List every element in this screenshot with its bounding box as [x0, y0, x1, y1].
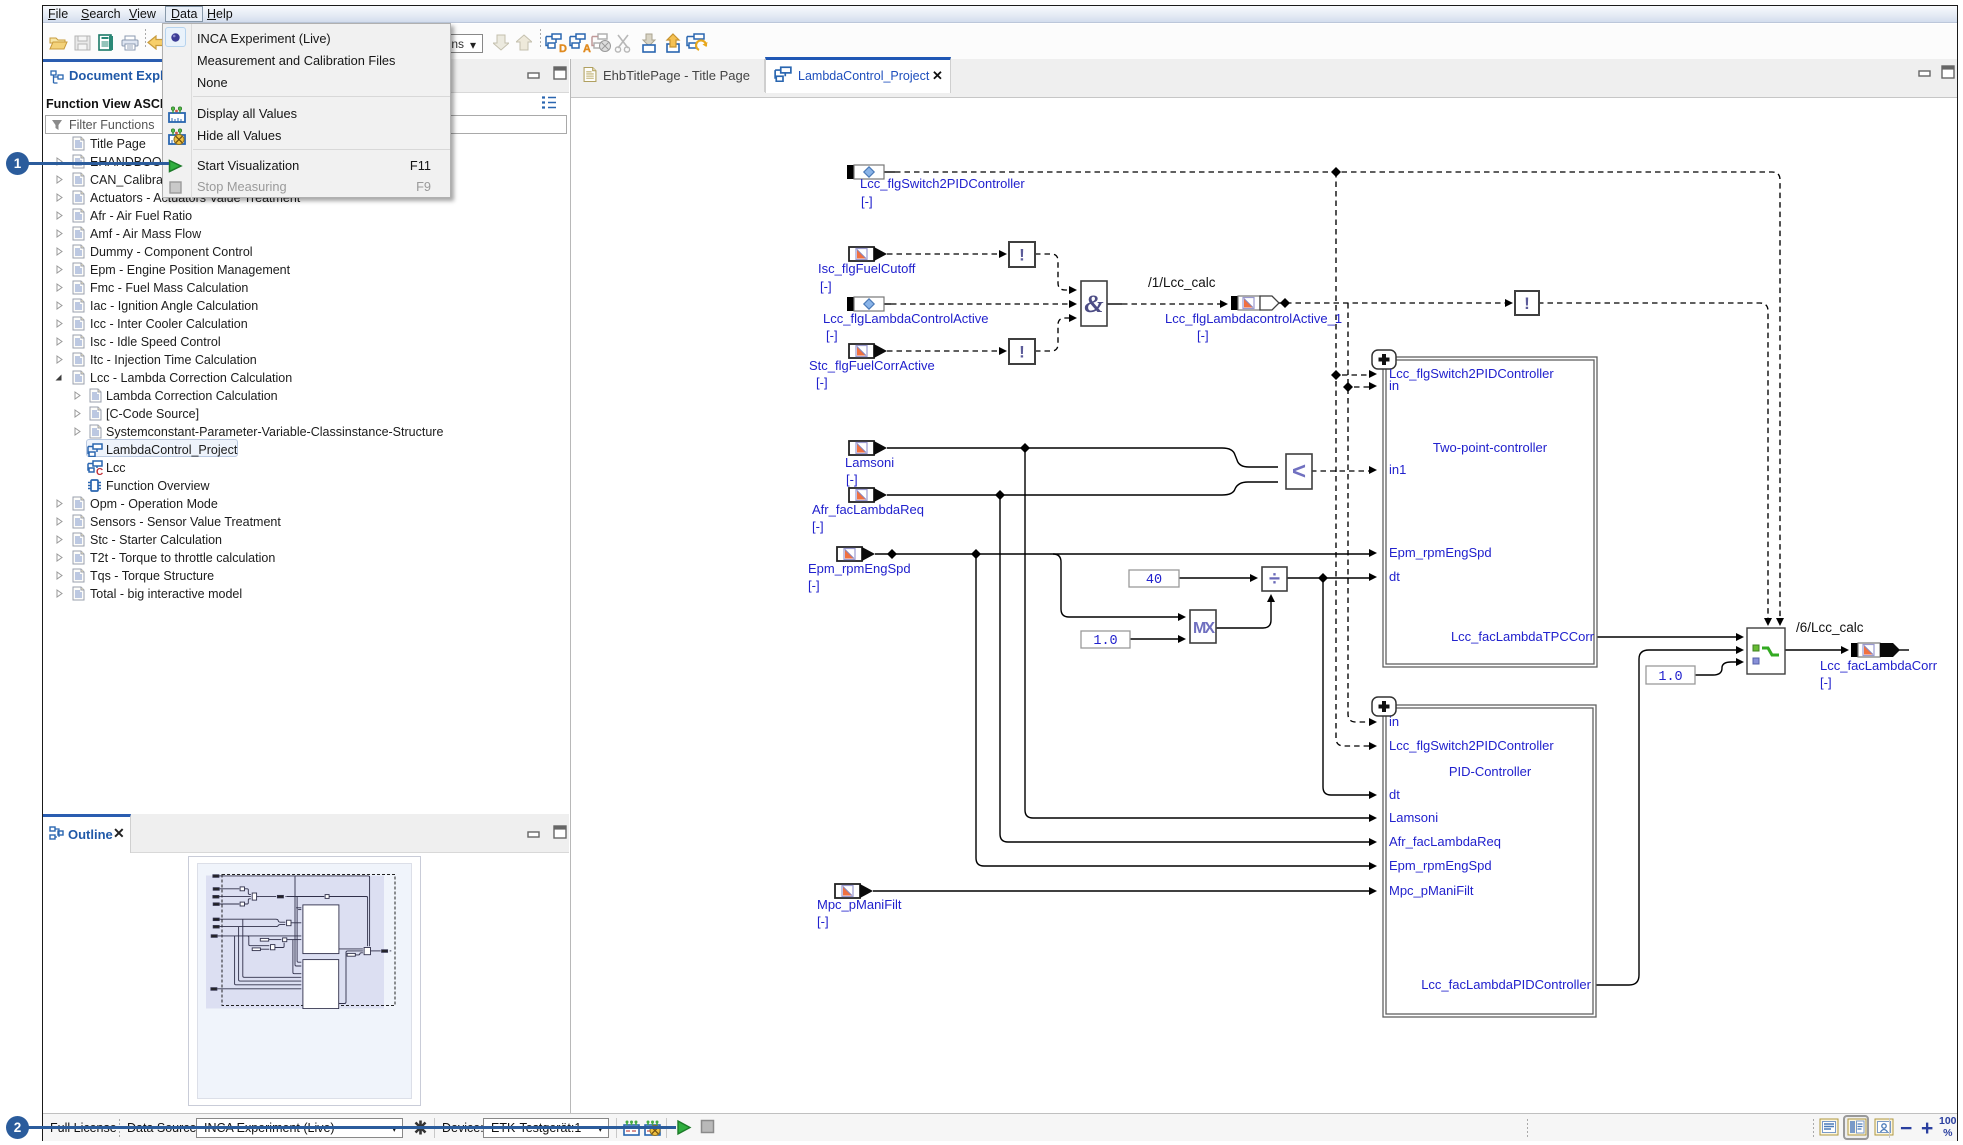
svg-text:/1/Lcc_calc: /1/Lcc_calc	[1148, 275, 1216, 290]
svg-text:PID-Controller: PID-Controller	[1449, 764, 1532, 779]
svg-text:in: in	[1389, 714, 1399, 729]
svg-text:[-]: [-]	[861, 194, 873, 209]
svg-text:Lamsoni: Lamsoni	[1389, 810, 1438, 825]
svg-text:[-]: [-]	[826, 328, 838, 343]
svg-text:C: C	[96, 467, 103, 475]
svg-text:<: <	[1292, 458, 1306, 485]
svg-text:dt: dt	[1389, 787, 1400, 802]
svg-text:Lamsoni: Lamsoni	[845, 455, 894, 470]
svg-text:Lcc_flgLambdaControlActive: Lcc_flgLambdaControlActive	[823, 311, 988, 326]
svg-text:/6/Lcc_calc: /6/Lcc_calc	[1796, 620, 1864, 635]
svg-text:D: D	[559, 43, 567, 53]
svg-text:[-]: [-]	[812, 519, 824, 534]
svg-text:[-]: [-]	[846, 472, 858, 487]
svg-text:Lcc_facLambdaTPCCorr: Lcc_facLambdaTPCCorr	[1451, 629, 1595, 644]
svg-text:Lcc_flgSwitch2PIDController: Lcc_flgSwitch2PIDController	[1389, 738, 1554, 753]
svg-text:!: !	[1019, 343, 1025, 362]
svg-text:Lcc_flgSwitch2PIDController: Lcc_flgSwitch2PIDController	[860, 176, 1025, 191]
svg-text:Epm_rpmEngSpd: Epm_rpmEngSpd	[1389, 858, 1492, 873]
svg-text:[-]: [-]	[1820, 675, 1832, 690]
svg-text:Lcc_flgLambdacontrolActive_1: Lcc_flgLambdacontrolActive_1	[1165, 311, 1342, 326]
svg-text:1.0: 1.0	[1658, 670, 1682, 685]
svg-text:&: &	[1084, 291, 1104, 318]
svg-text:[-]: [-]	[1197, 328, 1209, 343]
svg-text:A: A	[583, 43, 591, 53]
svg-text:Lcc_flgSwitch2PIDController: Lcc_flgSwitch2PIDController	[1389, 366, 1554, 381]
svg-text:Stc_flgFuelCorrActive: Stc_flgFuelCorrActive	[809, 358, 935, 373]
svg-text:Isc_flgFuelCutoff: Isc_flgFuelCutoff	[818, 261, 916, 276]
svg-text:[-]: [-]	[820, 279, 832, 294]
svg-text:!: !	[1019, 246, 1025, 265]
svg-text:[-]: [-]	[816, 375, 828, 390]
svg-text:dt: dt	[1389, 569, 1400, 584]
svg-text:[-]: [-]	[817, 914, 829, 929]
svg-text:Mpc_pManiFilt: Mpc_pManiFilt	[1389, 883, 1474, 898]
svg-text:MX: MX	[1193, 620, 1215, 637]
svg-text:Epm_rpmEngSpd: Epm_rpmEngSpd	[808, 561, 911, 576]
svg-text:in1: in1	[1389, 462, 1406, 477]
svg-text:Lcc_facLambdaCorr: Lcc_facLambdaCorr	[1820, 658, 1938, 673]
svg-text:!: !	[1524, 294, 1530, 313]
svg-text:1.0: 1.0	[1093, 634, 1117, 649]
svg-text:÷: ÷	[1269, 568, 1280, 590]
svg-text:Mpc_pManiFilt: Mpc_pManiFilt	[817, 897, 902, 912]
svg-text:[-]: [-]	[808, 578, 820, 593]
svg-text:Two-point-controller: Two-point-controller	[1433, 440, 1548, 455]
svg-text:Epm_rpmEngSpd: Epm_rpmEngSpd	[1389, 545, 1492, 560]
svg-text:Afr_facLambdaReq: Afr_facLambdaReq	[1389, 834, 1501, 849]
svg-text:Lcc_facLambdaPIDController: Lcc_facLambdaPIDController	[1421, 977, 1591, 992]
svg-text:40: 40	[1146, 573, 1162, 588]
svg-text:Afr_facLambdaReq: Afr_facLambdaReq	[812, 502, 924, 517]
svg-text:in: in	[1389, 378, 1399, 393]
